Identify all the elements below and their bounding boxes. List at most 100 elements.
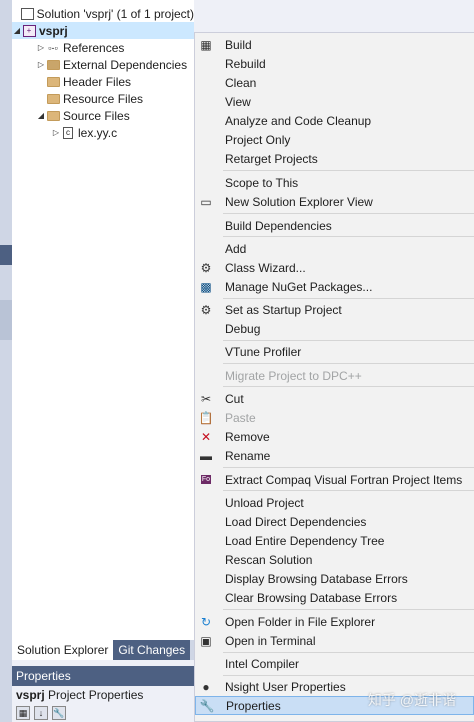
menu-separator — [223, 652, 474, 653]
menu-separator — [223, 340, 474, 341]
tree-item-external-dependencies[interactable]: ▷ External Dependencies — [12, 56, 194, 73]
watermark: 知乎 @逝非谐 — [367, 692, 456, 708]
tree-item-lex-yy-c[interactable]: ▷ c lex.yy.c — [12, 124, 194, 141]
rename-icon: ▬ — [200, 448, 212, 463]
open-folder-icon: ↻ — [200, 614, 212, 629]
menu-item-migrate-dpc: Migrate Project to DPC++ — [225, 368, 362, 383]
menu-item-manage-nuget[interactable]: ▩ Manage NuGet Packages... — [195, 277, 474, 296]
tree-item-resource-files[interactable]: Resource Files — [12, 90, 194, 107]
collapse-arrow-icon[interactable]: ◢ — [36, 111, 46, 120]
menu-item-clean[interactable]: Clean — [195, 73, 474, 92]
menu-item-retarget[interactable]: Retarget Projects — [195, 149, 474, 168]
properties-object-selector[interactable]: vsprj Project Properties — [12, 686, 194, 704]
alphabetical-icon[interactable]: ↓ — [34, 706, 48, 720]
menu-item-analyze[interactable]: Analyze and Code Cleanup — [195, 111, 474, 130]
folder-icon — [46, 75, 60, 88]
properties-object-type: Project Properties — [48, 688, 144, 702]
new-view-icon: ▭ — [200, 194, 212, 209]
menu-item-remove[interactable]: ✕ Remove — [195, 427, 474, 446]
menu-item-paste: 📋 Paste — [195, 408, 474, 427]
project-label: vsprj — [39, 23, 68, 38]
tree-item-references[interactable]: ▷ ▫-▫ References — [12, 39, 194, 56]
properties-object-name: vsprj — [16, 688, 45, 702]
tree-item-header-files[interactable]: Header Files — [12, 73, 194, 90]
c-file-icon: c — [61, 126, 75, 139]
menu-item-unload-project[interactable]: Unload Project — [195, 493, 474, 512]
tree-item-label: References — [63, 40, 125, 55]
menu-item-extract-fortran[interactable]: Fo Extract Compaq Visual Fortran Project … — [195, 470, 474, 489]
context-menu: ▦ Build Rebuild Clean View Analyze and Co… — [194, 32, 474, 722]
menu-item-open-terminal[interactable]: ▣ Open in Terminal — [195, 631, 474, 650]
wrench-icon: 🔧 — [199, 698, 215, 713]
solution-explorer: Solution 'vsprj' (1 of 1 project) ◢ + vs… — [12, 0, 194, 640]
menu-separator — [223, 298, 474, 299]
categorized-icon[interactable]: ▦ — [16, 706, 30, 720]
tree-item-label: External Dependencies — [63, 57, 188, 72]
tree-item-source-files[interactable]: ◢ Source Files — [12, 107, 194, 124]
folder-icon — [46, 92, 60, 105]
menu-separator — [223, 170, 474, 171]
menu-item-load-direct-dependencies[interactable]: Load Direct Dependencies — [195, 512, 474, 531]
collapse-arrow-icon[interactable]: ◢ — [12, 26, 22, 35]
menu-separator — [223, 236, 474, 237]
menu-item-debug[interactable]: Debug — [195, 319, 474, 338]
menu-separator — [223, 675, 474, 676]
tree-item-label: lex.yy.c — [78, 125, 118, 140]
menu-item-rebuild[interactable]: Rebuild — [195, 54, 474, 73]
menu-item-view[interactable]: View — [195, 92, 474, 111]
menu-item-vtune[interactable]: VTune Profiler — [195, 342, 474, 361]
folder-icon — [46, 109, 60, 122]
menu-item-new-solution-explorer-view[interactable]: ▭ New Solution Explorer View — [195, 192, 474, 211]
menu-item-intel-compiler[interactable]: Intel Compiler — [195, 654, 474, 673]
menu-item-display-browsing-errors[interactable]: Display Browsing Database Errors — [195, 569, 474, 588]
tree-item-label: Resource Files — [63, 91, 144, 106]
menu-separator — [223, 363, 474, 364]
gear-icon: ⚙ — [200, 302, 212, 317]
menu-item-scope-to-this[interactable]: Scope to This — [195, 173, 474, 192]
references-icon: ▫-▫ — [48, 42, 58, 53]
tab-solution-explorer[interactable]: Solution Explorer — [12, 640, 114, 660]
solution-icon — [20, 7, 34, 20]
properties-toolbar: ▦ ↓ 🔧 — [12, 705, 194, 722]
explorer-tabs: Solution Explorer Git Changes — [12, 640, 194, 660]
menu-item-build[interactable]: ▦ Build — [195, 35, 474, 54]
tree-item-label: Header Files — [63, 74, 132, 89]
menu-item-rename[interactable]: ▬ Rename — [195, 446, 474, 465]
external-dependencies-icon — [46, 58, 60, 71]
tab-git-changes[interactable]: Git Changes — [113, 640, 191, 660]
nsight-icon: ● — [202, 679, 210, 694]
menu-item-add[interactable]: Add — [195, 239, 474, 258]
build-icon: ▦ — [200, 37, 212, 52]
menu-item-clear-browsing-errors[interactable]: Clear Browsing Database Errors — [195, 588, 474, 607]
fortran-icon: Fo — [200, 475, 212, 484]
menu-item-set-startup[interactable]: ⚙ Set as Startup Project — [195, 300, 474, 319]
left-edge-strip — [0, 0, 12, 722]
class-wizard-icon: ⚙ — [200, 260, 212, 275]
tree-item-label: Source Files — [63, 108, 130, 123]
terminal-icon: ▣ — [200, 633, 212, 648]
expand-arrow-icon[interactable]: ▷ — [51, 128, 61, 137]
menu-separator — [223, 490, 474, 491]
paste-icon: 📋 — [198, 410, 214, 425]
menu-separator — [223, 467, 474, 468]
project-node[interactable]: ◢ + vsprj — [12, 22, 194, 39]
expand-arrow-icon[interactable]: ▷ — [36, 43, 46, 52]
menu-separator — [223, 386, 474, 387]
menu-item-cut[interactable]: ✂ Cut — [195, 389, 474, 408]
expand-arrow-icon[interactable]: ▷ — [36, 60, 46, 69]
nuget-icon: ▩ — [200, 279, 212, 294]
left-edge-tab — [0, 245, 12, 265]
left-edge-panel — [0, 300, 12, 340]
menu-item-open-folder[interactable]: ↻ Open Folder in File Explorer — [195, 612, 474, 631]
solution-node[interactable]: Solution 'vsprj' (1 of 1 project) — [12, 5, 194, 22]
menu-item-load-entire-dependency-tree[interactable]: Load Entire Dependency Tree — [195, 531, 474, 550]
scissors-icon: ✂ — [200, 391, 212, 406]
remove-icon: ✕ — [200, 429, 212, 444]
menu-item-project-only[interactable]: Project Only — [195, 130, 474, 149]
menu-item-class-wizard[interactable]: ⚙ Class Wizard... — [195, 258, 474, 277]
solution-label: Solution 'vsprj' (1 of 1 project) — [36, 6, 194, 21]
menu-item-rescan-solution[interactable]: Rescan Solution — [195, 550, 474, 569]
menu-item-build-dependencies[interactable]: Build Dependencies — [195, 216, 474, 235]
property-pages-icon[interactable]: 🔧 — [52, 706, 66, 720]
properties-panel-title: Properties — [12, 666, 194, 686]
